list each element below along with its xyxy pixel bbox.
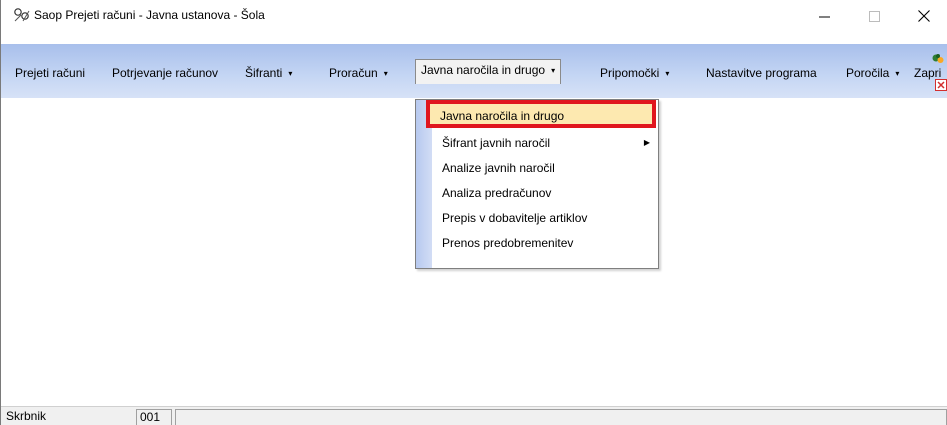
menu-porocila-label: Poročila (846, 66, 890, 80)
menu-porocila[interactable]: Poročila ▾ (846, 64, 899, 82)
close-button[interactable] (901, 0, 947, 32)
menu-javna-narocila-label: Javna naročila in drugo (421, 63, 546, 77)
maximize-icon (868, 10, 880, 22)
chevron-down-icon: ▾ (288, 69, 293, 78)
dropdown-item-sifrant-javnih-narocil[interactable]: Šifrant javnih naročil ▶ (432, 131, 658, 155)
menu-sifranti[interactable]: Šifranti ▾ (245, 64, 292, 82)
menu-nastavitve-programa[interactable]: Nastavitve programa (706, 64, 817, 82)
menu-bar: Prejeti računi Potrjevanje računov Šifra… (1, 44, 947, 98)
menu-javna-narocila[interactable]: Javna naročila in drugo ▾ (415, 59, 562, 84)
status-bar: Skrbnik 001 (1, 406, 947, 425)
status-message (175, 409, 947, 425)
minimize-icon (818, 16, 830, 17)
exit-icon[interactable] (935, 79, 947, 91)
dropdown-item-analize-javnih-narocil[interactable]: Analize javnih naročil (432, 156, 658, 180)
chevron-right-icon: ▶ (643, 138, 650, 147)
minimize-button[interactable] (801, 0, 847, 32)
app-logo-icon (14, 8, 30, 22)
menu-prejeti-racuni[interactable]: Prejeti računi (15, 64, 85, 82)
dropdown-item-prepis-v-dobavitelje[interactable]: Prepis v dobavitelje artiklov (432, 206, 658, 230)
dropdown-item-label: Šifrant javnih naročil (442, 136, 551, 150)
chevron-down-icon: ▾ (895, 69, 900, 78)
close-icon (918, 10, 930, 22)
plugin-icon[interactable] (931, 52, 945, 66)
chevron-down-icon: ▾ (551, 66, 556, 75)
menu-pripomocki[interactable]: Pripomočki ▾ (600, 64, 669, 82)
chevron-down-icon: ▾ (665, 69, 670, 78)
menu-proracun[interactable]: Proračun ▾ (329, 64, 388, 82)
dropdown-item-analiza-predracunov[interactable]: Analiza predračunov (432, 181, 658, 205)
window-title: Saop Prejeti računi - Javna ustanova - Š… (34, 8, 265, 22)
dropdown-item-javna-narocila[interactable]: Javna naročila in drugo (426, 100, 656, 128)
status-code: 001 (136, 409, 172, 425)
menu-potrjevanje-racunov[interactable]: Potrjevanje računov (112, 64, 218, 82)
maximize-button[interactable] (851, 0, 897, 32)
title-bar: Saop Prejeti računi - Javna ustanova - Š… (1, 0, 947, 32)
status-user: Skrbnik (3, 409, 133, 425)
app-window: Saop Prejeti računi - Javna ustanova - Š… (0, 0, 947, 425)
menu-sifranti-label: Šifranti (245, 66, 283, 80)
menu-proracun-label: Proračun (329, 66, 378, 80)
chevron-down-icon: ▾ (383, 69, 388, 78)
menu-pripomocki-label: Pripomočki (600, 66, 660, 80)
dropdown-javna-narocila: Javna naročila in drugo Šifrant javnih n… (415, 99, 659, 269)
dropdown-item-prenos-predobremenitev[interactable]: Prenos predobremenitev (432, 231, 658, 255)
